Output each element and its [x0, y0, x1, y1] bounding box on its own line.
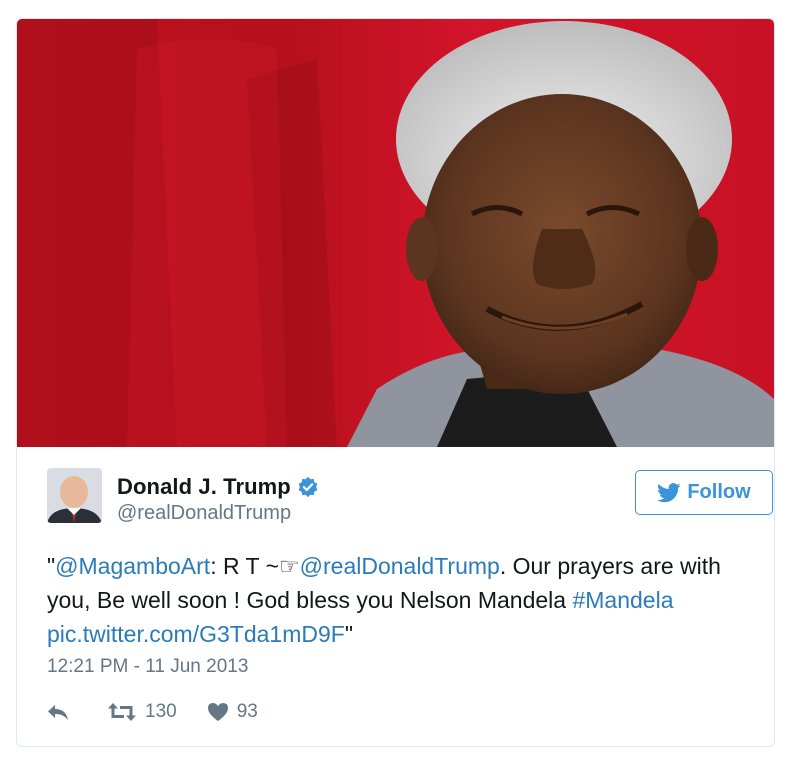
mention-link-magamboart[interactable]: @MagamboArt [55, 553, 210, 579]
hashtag-link-mandela[interactable]: #Mandela [572, 587, 673, 613]
like-count: 93 [236, 701, 258, 722]
tweet-photo[interactable] [17, 19, 774, 447]
name-row: Donald J. Trump [117, 474, 319, 500]
tweet-card: Donald J. Trump @realDonaldTrump Follow … [16, 18, 775, 747]
tweet-timestamp[interactable]: 12:21 PM - 11 Jun 2013 [47, 656, 248, 678]
tweet-actions: 130 93 [47, 699, 288, 725]
verified-badge-icon [297, 476, 319, 498]
like-button[interactable]: 93 [207, 701, 258, 723]
heart-icon [207, 703, 228, 721]
pic-link[interactable]: pic.twitter.com/G3Tda1mD9F [47, 621, 345, 647]
user-handle[interactable]: @realDonaldTrump [117, 502, 291, 525]
portrait-image [17, 19, 774, 447]
tweet-text-segment: : R T ~☞ [210, 553, 300, 579]
follow-label: Follow [687, 481, 751, 503]
avatar-image [47, 468, 102, 523]
reply-button[interactable] [47, 703, 77, 721]
user-name[interactable]: Donald J. Trump [117, 474, 291, 500]
retweet-icon [108, 703, 136, 721]
retweet-count: 130 [145, 701, 177, 722]
open-quote: " [47, 553, 56, 579]
reply-icon [48, 705, 68, 720]
mention-link-realdonaldtrump[interactable]: @realDonaldTrump [300, 553, 500, 579]
twitter-bird-icon [657, 482, 681, 502]
retweet-button[interactable]: 130 [107, 701, 177, 723]
tweet-text: "@MagamboArt: R T ~☞@realDonaldTrump. Ou… [47, 549, 747, 651]
tweet-header: Donald J. Trump @realDonaldTrump Follow [47, 468, 773, 528]
follow-button[interactable]: Follow [635, 470, 773, 515]
close-quote: " [344, 621, 353, 647]
user-avatar[interactable] [47, 468, 102, 523]
